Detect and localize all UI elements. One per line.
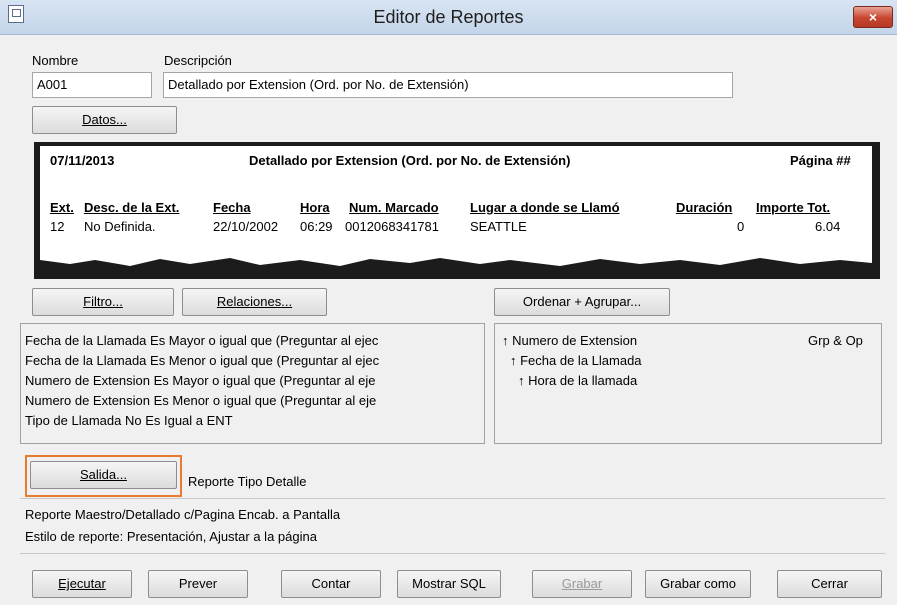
preview-cell-ext: 12 <box>50 219 65 234</box>
cerrar-button[interactable]: Cerrar <box>777 570 882 598</box>
output-line: Reporte Maestro/Detallado c/Pagina Encab… <box>25 507 341 522</box>
preview-cell-num: 0012068341781 <box>345 219 439 234</box>
preview-col-ext: Ext. <box>50 200 74 215</box>
descripcion-label: Descripción <box>164 53 232 68</box>
output-type-label: Reporte Tipo Detalle <box>188 474 307 489</box>
ordenar-agrupar-button-label: Ordenar + Agrupar... <box>522 294 642 309</box>
preview-col-lugar: Lugar a donde se Llamó <box>470 200 620 215</box>
filter-line: Numero de Extension Es Mayor o igual que… <box>25 373 376 388</box>
contar-button[interactable]: Contar <box>281 570 381 598</box>
sort-grp-op-label: Grp & Op <box>808 333 863 348</box>
datos-button-label: Datos... <box>82 112 127 127</box>
sort-item: ↑ Hora de la llamada <box>518 373 638 388</box>
salida-button-label: Salida... <box>80 467 127 482</box>
filter-line: Tipo de Llamada No Es Igual a ENT <box>25 413 233 428</box>
close-icon[interactable]: × <box>853 6 893 28</box>
report-preview-torn-edge <box>40 258 872 278</box>
preview-cell-hora: 06:29 <box>300 219 333 234</box>
preview-col-hora: Hora <box>300 200 330 215</box>
grabar-como-button-label: Grabar como <box>660 576 736 591</box>
mostrar-sql-button[interactable]: Mostrar SQL <box>397 570 501 598</box>
ordenar-agrupar-button[interactable]: Ordenar + Agrupar... <box>494 288 670 316</box>
ejecutar-button[interactable]: Ejecutar <box>32 570 132 598</box>
contar-button-label: Contar <box>311 576 351 591</box>
output-divider <box>20 553 885 554</box>
sort-item: ↑ Numero de Extension <box>502 333 638 348</box>
sort-item: ↑ Fecha de la Llamada <box>510 353 642 368</box>
preview-date: 07/11/2013 <box>50 153 115 168</box>
title-bar: Editor de Reportes × <box>0 0 897 35</box>
ejecutar-button-label: Ejecutar <box>58 576 106 591</box>
nombre-field[interactable]: A001 <box>32 72 152 98</box>
nombre-label: Nombre <box>32 53 79 68</box>
mostrar-sql-button-label: Mostrar SQL <box>412 576 486 591</box>
preview-title: Detallado por Extension (Ord. por No. de… <box>249 153 571 168</box>
preview-col-duracion: Duración <box>676 200 733 215</box>
output-line: Estilo de reporte: Presentación, Ajustar… <box>25 529 317 544</box>
preview-col-num: Num. Marcado <box>349 200 439 215</box>
preview-col-fecha: Fecha <box>213 200 251 215</box>
preview-page: Página ## <box>790 153 851 168</box>
preview-cell-fecha: 22/10/2002 <box>213 219 279 234</box>
filter-line: Fecha de la Llamada Es Menor o igual que… <box>25 353 380 368</box>
preview-cell-desc: No Definida. <box>84 219 156 234</box>
datos-button[interactable]: Datos... <box>32 106 177 134</box>
filtro-button[interactable]: Filtro... <box>32 288 174 316</box>
descripcion-field[interactable]: Detallado por Extension (Ord. por No. de… <box>163 72 733 98</box>
preview-cell-lugar: SEATTLE <box>470 219 527 234</box>
grabar-button[interactable]: Grabar <box>532 570 632 598</box>
relaciones-button-label: Relaciones... <box>216 294 293 309</box>
preview-col-desc: Desc. de la Ext. <box>84 200 180 215</box>
output-divider <box>20 498 885 499</box>
preview-cell-duracion: 0 <box>737 219 745 234</box>
salida-button[interactable]: Salida... <box>30 461 177 489</box>
filter-line: Numero de Extension Es Menor o igual que… <box>25 393 377 408</box>
filter-line: Fecha de la Llamada Es Mayor o igual que… <box>25 333 379 348</box>
relaciones-button[interactable]: Relaciones... <box>182 288 327 316</box>
filtro-button-label: Filtro... <box>83 294 123 309</box>
grabar-button-label: Grabar <box>561 576 603 591</box>
grabar-como-button[interactable]: Grabar como <box>645 570 751 598</box>
prever-button[interactable]: Prever <box>148 570 248 598</box>
preview-col-importe: Importe Tot. <box>756 200 831 215</box>
prever-button-label: Prever <box>178 576 218 591</box>
cerrar-button-label: Cerrar <box>811 576 848 591</box>
window-title: Editor de Reportes <box>373 7 524 27</box>
preview-cell-importe: 6.04 <box>815 219 841 234</box>
